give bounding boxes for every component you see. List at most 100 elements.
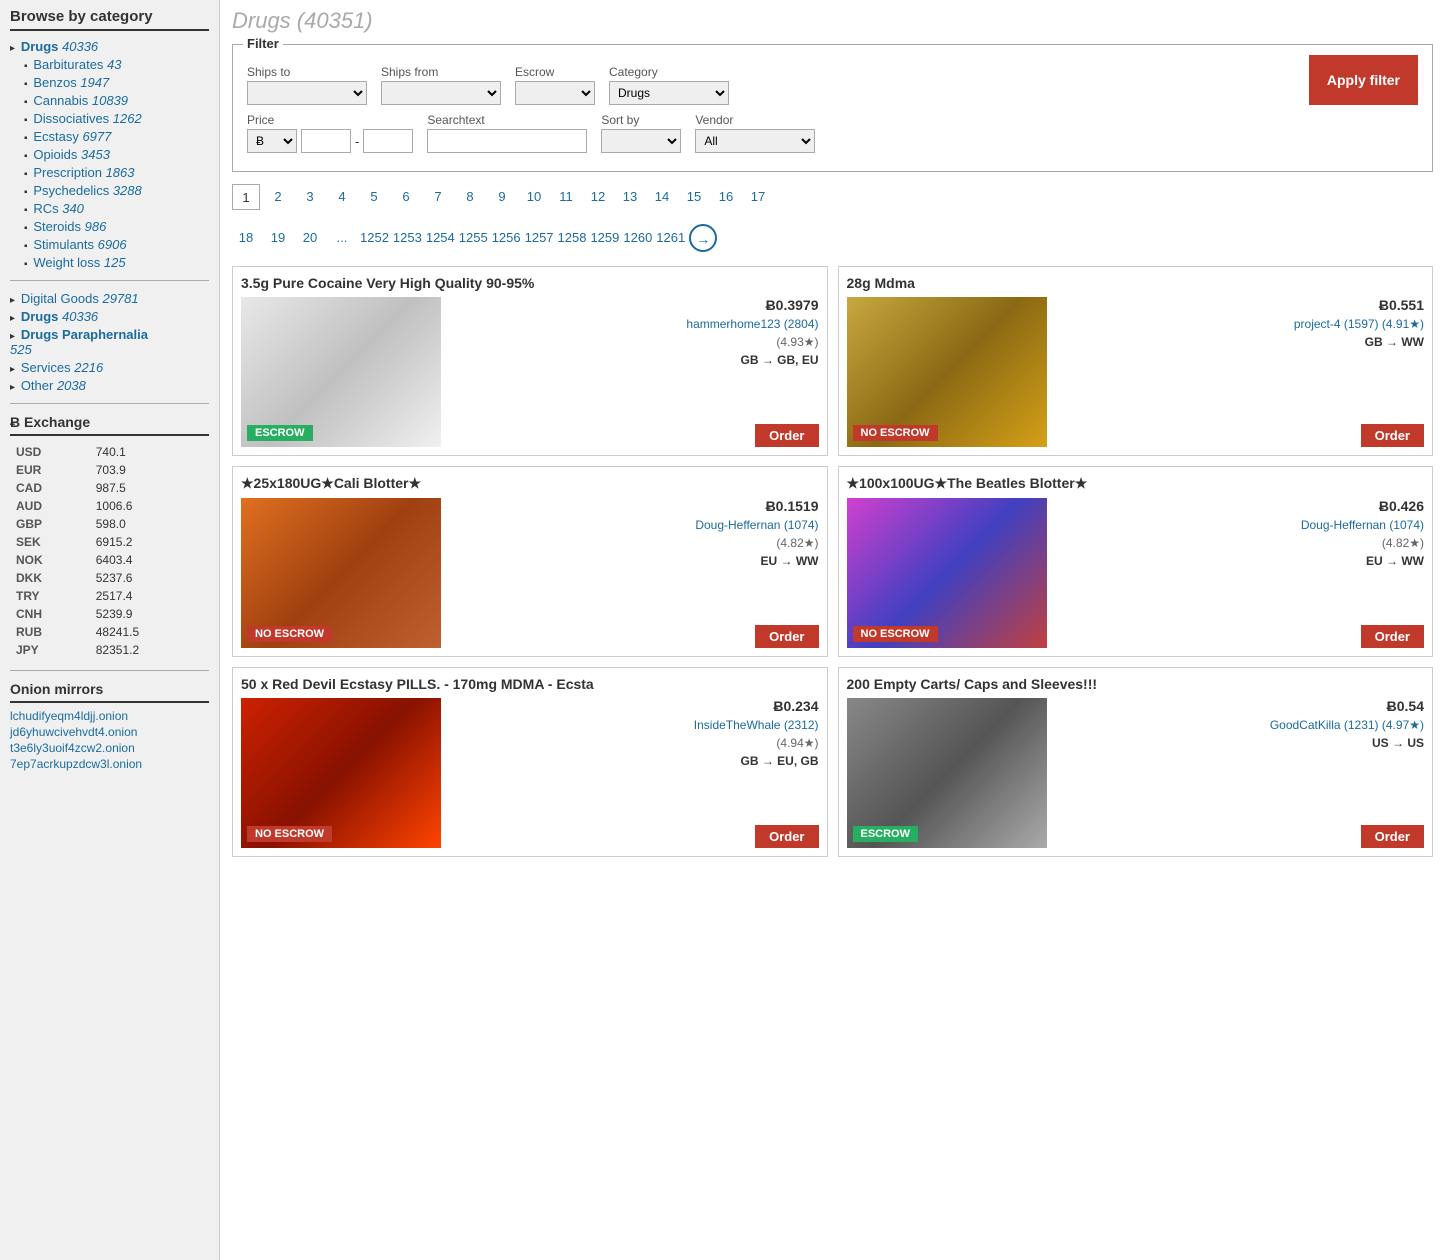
product-vendor[interactable]: Doug-Heffernan (1074)	[449, 518, 819, 532]
ships-from-select[interactable]	[381, 81, 501, 105]
page-number-link[interactable]: 1260	[623, 225, 652, 251]
page-number-link[interactable]: 1259	[590, 225, 619, 251]
category-link[interactable]: Stimulants 6906	[33, 237, 126, 252]
page-number-link[interactable]: 19	[264, 225, 292, 251]
page-number-link[interactable]: 7	[424, 184, 452, 210]
product-body: NO ESCROWɃ0.551project-4 (1597) (4.91★)G…	[847, 297, 1425, 447]
page-number-link[interactable]: 18	[232, 225, 260, 251]
order-button[interactable]: Order	[1361, 625, 1424, 648]
bullet-icon: ▸	[10, 313, 18, 324]
searchtext-input[interactable]	[427, 129, 587, 153]
top-category-link[interactable]: Services 2216	[21, 360, 103, 375]
currency-rate: 2517.4	[92, 588, 207, 604]
product-vendor[interactable]: hammerhome123 (2804)	[449, 317, 819, 331]
product-rating: (4.93★)	[449, 335, 819, 349]
order-button[interactable]: Order	[755, 625, 818, 648]
onion-mirror-link[interactable]: jd6yhuwcivehvdt4.onion	[10, 725, 209, 739]
page-number-link[interactable]: ...	[328, 225, 356, 251]
page-number-link[interactable]: 20	[296, 225, 324, 251]
page-number-link[interactable]: 13	[616, 184, 644, 210]
next-page-arrow[interactable]: →	[689, 224, 717, 252]
product-rating: (4.82★)	[1055, 536, 1425, 550]
onion-mirror-link[interactable]: 7ep7acrkupzdcw3l.onion	[10, 757, 209, 771]
price-min-input[interactable]	[301, 129, 351, 153]
page-number-link[interactable]: 1256	[492, 225, 521, 251]
page-number-link[interactable]: 1	[232, 184, 260, 210]
page-number-link[interactable]: 1252	[360, 225, 389, 251]
page-number-link[interactable]: 11	[552, 184, 580, 210]
price-max-input[interactable]	[363, 129, 413, 153]
page-number-link[interactable]: 14	[648, 184, 676, 210]
category-link[interactable]: Steroids 986	[33, 219, 106, 234]
vendor-label: Vendor	[695, 113, 815, 127]
page-number-link[interactable]: 2	[264, 184, 292, 210]
price-currency-select[interactable]: Ƀ	[247, 129, 297, 153]
top-category-link[interactable]: Other 2038	[21, 378, 86, 393]
top-category-link[interactable]: Drugs 40336	[21, 309, 98, 324]
page-number-link[interactable]: 8	[456, 184, 484, 210]
product-vendor[interactable]: InsideTheWhale (2312)	[449, 718, 819, 732]
page-number-link[interactable]: 1255	[459, 225, 488, 251]
category-link[interactable]: RCs 340	[33, 201, 84, 216]
vendor-select[interactable]: All	[695, 129, 815, 153]
order-button[interactable]: Order	[1361, 825, 1424, 848]
page-number-link[interactable]: 15	[680, 184, 708, 210]
ships-to-label: Ships to	[247, 65, 367, 79]
searchtext-label: Searchtext	[427, 113, 587, 127]
category-link[interactable]: Psychedelics 3288	[33, 183, 141, 198]
onion-mirror-link[interactable]: t3e6ly3uoif4zcw2.onion	[10, 741, 209, 755]
category-select[interactable]: Drugs	[609, 81, 729, 105]
apply-filter-button[interactable]: Apply filter	[1309, 55, 1418, 105]
category-link[interactable]: Drugs 40336	[21, 39, 98, 54]
page-number-link[interactable]: 17	[744, 184, 772, 210]
category-link[interactable]: Ecstasy 6977	[33, 129, 111, 144]
category-link[interactable]: Benzos 1947	[33, 75, 109, 90]
currency-name: USD	[12, 444, 90, 460]
page-number-link[interactable]: 16	[712, 184, 740, 210]
product-vendor[interactable]: project-4 (1597) (4.91★)	[1055, 317, 1425, 331]
page-number-link[interactable]: 1253	[393, 225, 422, 251]
currency-name: CAD	[12, 480, 90, 496]
page-number-link[interactable]: 1257	[525, 225, 554, 251]
order-button[interactable]: Order	[755, 825, 818, 848]
category-link[interactable]: Prescription 1863	[33, 165, 134, 180]
ships-to-select[interactable]	[247, 81, 367, 105]
category-link[interactable]: Opioids 3453	[33, 147, 110, 162]
order-button[interactable]: Order	[1361, 424, 1424, 447]
product-title: ★25x180UG★Cali Blotter★	[241, 475, 819, 492]
category-link[interactable]: Cannabis 10839	[33, 93, 128, 108]
searchtext-group: Searchtext	[427, 113, 587, 153]
page-number-link[interactable]: 1254	[426, 225, 455, 251]
sidebar-category-item: ▪ Dissociatives 1262	[10, 111, 209, 126]
product-vendor[interactable]: Doug-Heffernan (1074)	[1055, 518, 1425, 532]
page-number-link[interactable]: 1258	[558, 225, 587, 251]
page-number-link[interactable]: 5	[360, 184, 388, 210]
bullet-icon: ▪	[24, 205, 30, 216]
page-number-link[interactable]: 10	[520, 184, 548, 210]
order-button[interactable]: Order	[755, 424, 818, 447]
page-number-link[interactable]: 6	[392, 184, 420, 210]
bullet-icon: ▪	[24, 79, 30, 90]
page-number-link[interactable]: 12	[584, 184, 612, 210]
currency-rate: 987.5	[92, 480, 207, 496]
category-link[interactable]: Barbiturates 43	[33, 57, 121, 72]
page-number-link[interactable]: 4	[328, 184, 356, 210]
top-category-link[interactable]: Drugs Paraphernalia525	[10, 327, 148, 357]
exchange-row: CNH5239.9	[12, 606, 207, 622]
currency-name: EUR	[12, 462, 90, 478]
page-number-link[interactable]: 9	[488, 184, 516, 210]
onion-mirror-link[interactable]: lchudifyeqm4ldjj.onion	[10, 709, 209, 723]
escrow-badge: NO ESCROW	[247, 826, 332, 842]
category-link[interactable]: Weight loss 125	[33, 255, 125, 270]
top-category-link[interactable]: Digital Goods 29781	[21, 291, 139, 306]
exchange-row: USD740.1	[12, 444, 207, 460]
product-body: NO ESCROWɃ0.234InsideTheWhale (2312)(4.9…	[241, 698, 819, 848]
escrow-select[interactable]	[515, 81, 595, 105]
category-link[interactable]: Dissociatives 1262	[33, 111, 141, 126]
onion-title: Onion mirrors	[10, 681, 209, 703]
main-content: Drugs (40351) Filter Ships to Ships from…	[220, 0, 1445, 1260]
page-number-link[interactable]: 3	[296, 184, 324, 210]
page-number-link[interactable]: 1261	[656, 225, 685, 251]
sort-by-select[interactable]	[601, 129, 681, 153]
product-vendor[interactable]: GoodCatKilla (1231) (4.97★)	[1055, 718, 1425, 732]
